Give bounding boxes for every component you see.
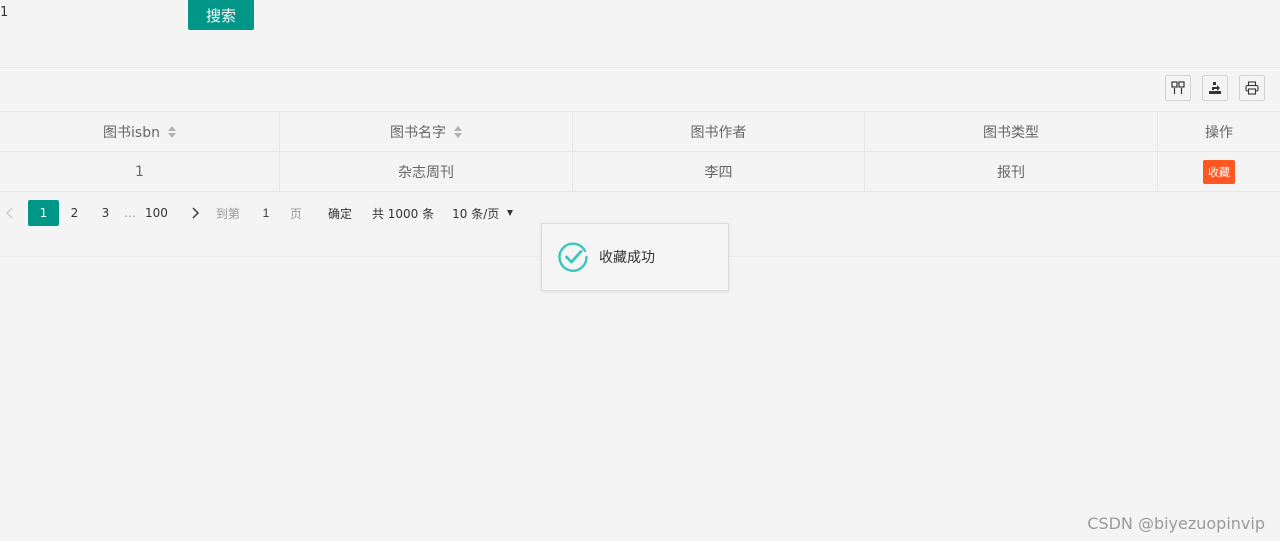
sort-icon[interactable] <box>454 126 462 138</box>
columns-filter-button[interactable] <box>1165 75 1191 101</box>
table-row: 1 杂志周刊 李四 报刊 收藏 <box>0 152 1280 192</box>
pagination: 1 2 3 … 100 到第 页 确定 共 1000 条 10 条/页 <box>0 200 514 226</box>
column-header-action: 操作 <box>1205 125 1233 141</box>
watermark: CSDN @biyezuopinvip <box>1087 514 1265 533</box>
data-table: 图书isbn 图书名字 图书作者 图书类型 操作 1 杂志周刊 李四 报刊 收藏 <box>0 111 1280 192</box>
column-header-author: 图书作者 <box>573 112 865 152</box>
page-ellipsis: … <box>124 206 136 220</box>
goto-label: 到第 <box>215 206 240 221</box>
check-circle-icon <box>558 242 588 272</box>
column-header-name[interactable]: 图书名字 <box>280 112 573 152</box>
caret-down-icon <box>507 210 514 216</box>
success-toast: 收藏成功 <box>541 223 729 291</box>
page-size-select[interactable]: 10 条/页 <box>452 200 514 226</box>
table-header-row: 图书isbn 图书名字 图书作者 图书类型 操作 <box>0 112 1280 152</box>
goto-page-input[interactable] <box>245 200 286 226</box>
column-header-isbn[interactable]: 图书isbn <box>0 112 280 152</box>
page-button-3[interactable]: 3 <box>90 200 121 226</box>
toast-message: 收藏成功 <box>599 250 655 266</box>
print-icon <box>1245 81 1259 95</box>
favorite-button[interactable]: 收藏 <box>1203 160 1235 184</box>
chevron-right-icon <box>192 207 199 219</box>
chevron-left-icon <box>6 207 13 219</box>
page-button-last[interactable]: 100 <box>139 200 174 226</box>
page-button-1[interactable]: 1 <box>28 200 59 226</box>
cell-author: 李四 <box>573 152 865 192</box>
cell-type: 报刊 <box>865 152 1158 192</box>
goto-confirm-button[interactable]: 确定 <box>328 200 352 226</box>
search-button[interactable]: 搜索 <box>188 0 254 30</box>
divider <box>0 67 1280 68</box>
export-icon <box>1209 82 1221 94</box>
export-button[interactable] <box>1202 75 1228 101</box>
prev-page-button[interactable] <box>2 200 18 226</box>
total-count: 共 1000 条 <box>371 206 435 221</box>
cell-isbn: 1 <box>0 152 280 192</box>
columns-icon <box>1171 81 1185 94</box>
cell-name: 杂志周刊 <box>280 152 573 192</box>
page: 搜索 图书isbn 图书名字 <box>0 0 1280 541</box>
sort-icon[interactable] <box>167 126 176 138</box>
next-page-button[interactable] <box>184 200 206 226</box>
column-header-type: 图书类型 <box>865 112 1158 152</box>
search-input[interactable] <box>0 2 150 22</box>
page-unit-label: 页 <box>289 206 302 221</box>
cell-action: 收藏 <box>1158 152 1280 192</box>
print-button[interactable] <box>1239 75 1265 101</box>
page-button-2[interactable]: 2 <box>59 200 90 226</box>
